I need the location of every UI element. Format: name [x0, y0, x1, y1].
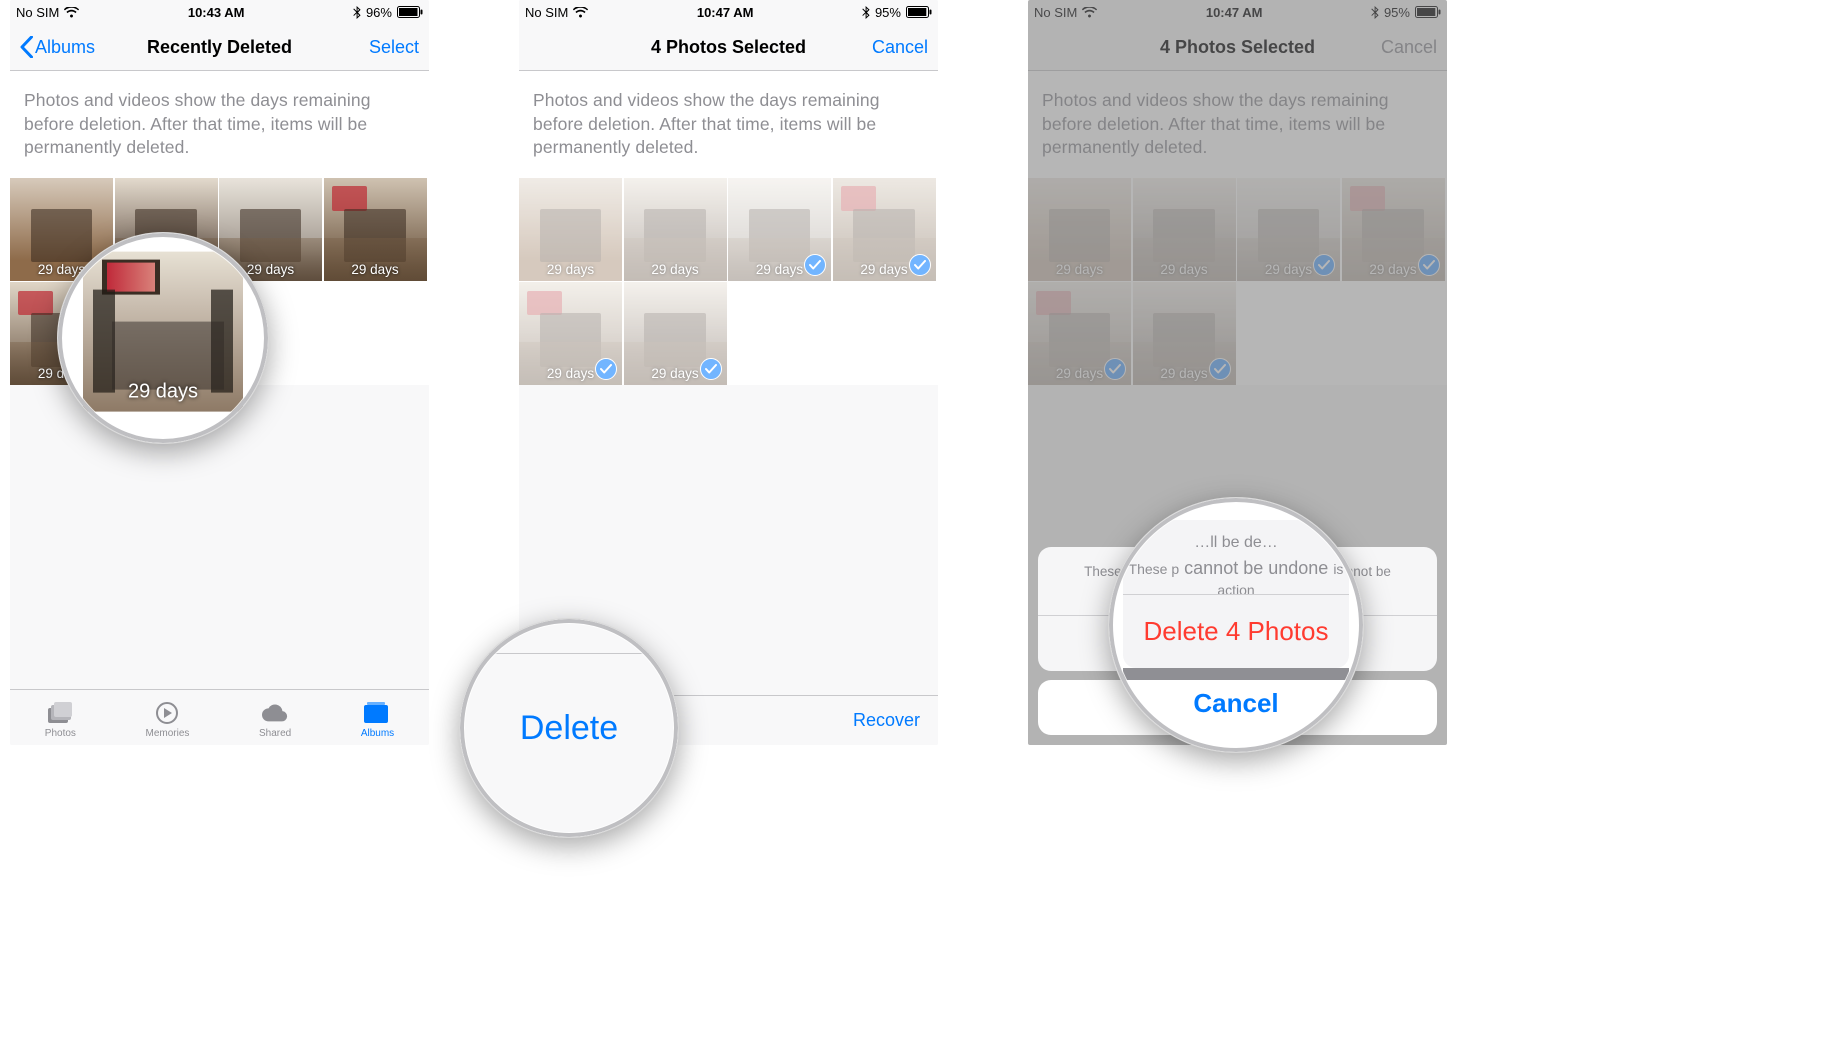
checkmark-icon [700, 358, 722, 380]
status-time: 10:43 AM [188, 5, 245, 20]
zoom-callout: …ll be de… These p cannot be undone is a… [1108, 497, 1364, 753]
description-text: Photos and videos show the days remainin… [10, 71, 429, 178]
tab-memories[interactable]: Memories [146, 700, 190, 739]
description-text: Photos and videos show the days remainin… [519, 71, 938, 178]
battery-icon [906, 6, 932, 18]
zoom-msg-fragment: …ll be de… [1194, 534, 1278, 551]
status-bar: No SIM 10:43 AM 96% [10, 0, 429, 24]
cloud-icon [262, 700, 288, 726]
bluetooth-icon [353, 6, 361, 19]
photos-stack-icon [47, 700, 73, 726]
bluetooth-icon [862, 6, 870, 19]
tab-label: Memories [146, 728, 190, 739]
tab-label: Photos [45, 728, 76, 739]
chevron-back-icon [20, 36, 33, 58]
tab-shared[interactable]: Shared [259, 700, 291, 739]
zoom-callout: Delete [459, 618, 679, 838]
nav-bar: 4 Photos Selected Cancel [519, 24, 938, 71]
days-remaining-label: 29 days [324, 262, 427, 277]
screen-recently-deleted: No SIM 10:43 AM 96% Albums Recentl [10, 0, 429, 745]
photo-thumbnail[interactable]: 29 days [519, 178, 622, 281]
photo-thumbnail[interactable]: 29 days [324, 178, 427, 281]
recover-button[interactable]: Recover [853, 710, 920, 731]
status-time: 10:47 AM [697, 5, 754, 20]
sim-status: No SIM [525, 5, 568, 20]
tab-label: Shared [259, 728, 291, 739]
albums-stack-icon [364, 700, 390, 726]
zoom-callout: 29 days [57, 232, 269, 444]
zoom-cancel-action: Cancel [1193, 688, 1278, 719]
sim-status: No SIM [16, 5, 59, 20]
photo-thumbnail[interactable]: 29 days [624, 282, 727, 385]
wifi-icon [64, 7, 79, 18]
checkmark-icon [804, 254, 826, 276]
tab-bar: Photos Memories Shared Albums [10, 689, 429, 745]
select-button[interactable]: Select [369, 37, 419, 58]
photo-thumbnail[interactable]: 29 days [728, 178, 831, 281]
battery-percent: 96% [366, 5, 392, 20]
checkmark-icon [909, 254, 931, 276]
tab-albums[interactable]: Albums [361, 700, 394, 739]
days-remaining-label: 29 days [519, 262, 622, 277]
tab-label: Albums [361, 728, 394, 739]
photo-grid: 29 days 29 days 29 days 29 days 29 days … [519, 178, 938, 386]
photo-thumbnail[interactable]: 29 days [624, 178, 727, 281]
days-remaining-label: 29 days [624, 262, 727, 277]
back-label: Albums [35, 37, 95, 58]
photo-thumbnail[interactable]: 29 days [519, 282, 622, 385]
nav-title: Recently Deleted [147, 37, 292, 58]
zoom-msg-left: These p [1129, 561, 1180, 577]
zoom-msg-center: cannot be undone [1184, 558, 1328, 578]
zoom-delete-label: Delete [520, 709, 618, 748]
nav-bar: Albums Recently Deleted Select [10, 24, 429, 71]
photo-thumbnail[interactable]: 29 days [833, 178, 936, 281]
back-button[interactable]: Albums [20, 36, 95, 58]
status-bar: No SIM 10:47 AM 95% [519, 0, 938, 24]
battery-percent: 95% [875, 5, 901, 20]
cancel-button[interactable]: Cancel [872, 37, 928, 58]
zoom-days-label: 29 days [83, 381, 243, 404]
tab-photos[interactable]: Photos [45, 700, 76, 739]
nav-title: 4 Photos Selected [651, 37, 806, 58]
battery-icon [397, 6, 423, 18]
wifi-icon [573, 7, 588, 18]
memories-icon [154, 700, 180, 726]
zoom-delete-action: Delete 4 Photos [1123, 616, 1349, 647]
